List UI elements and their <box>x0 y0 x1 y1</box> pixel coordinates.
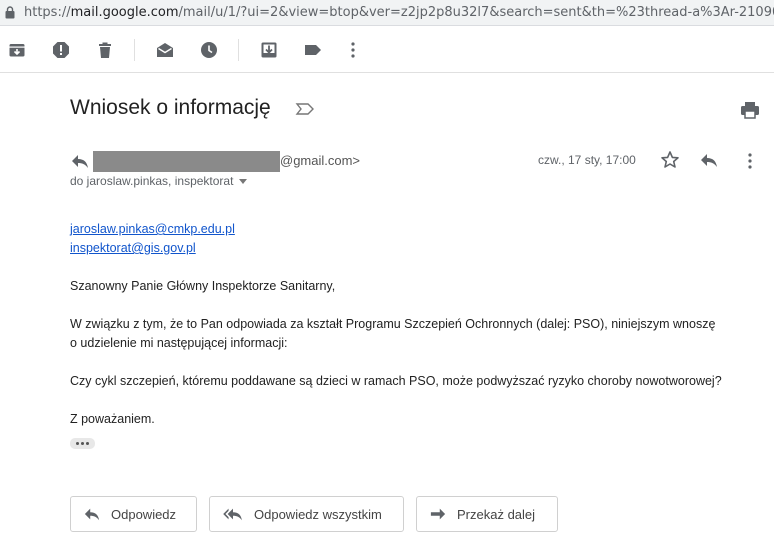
print-icon[interactable] <box>740 100 760 120</box>
greeting-text: Szanowny Panie Główny Inspektorze Sanita… <box>70 279 336 293</box>
delete-icon <box>99 42 111 58</box>
more-icon <box>351 42 355 58</box>
recipients-text: do jaroslaw.pinkas, inspektorat <box>70 174 234 188</box>
toolbar-divider <box>134 39 135 61</box>
mark-unread-button[interactable] <box>154 39 176 61</box>
reply-all-label: Odpowiedz wszystkim <box>254 506 382 522</box>
url-text[interactable]: https://mail.google.com/mail/u/1/?ui=2&v… <box>24 5 774 20</box>
email-subject: Wniosek o informację <box>70 96 271 119</box>
email-body: jaroslaw.pinkas@cmkp.edu.pl inspektorat@… <box>70 220 770 429</box>
message-more-icon[interactable] <box>744 151 756 171</box>
label-icon <box>305 45 321 55</box>
star-icon[interactable] <box>660 150 680 170</box>
url-path: /mail/u/1/?ui=2&view=btop&ver=z2jp2p8u32… <box>178 5 774 20</box>
report-spam-icon <box>53 42 69 58</box>
move-to-button[interactable] <box>258 39 280 61</box>
reply-button[interactable]: Odpowiedz <box>70 496 197 532</box>
paragraph-line: o udzielenie mi następującej informacji: <box>70 336 288 350</box>
mark-unread-icon <box>157 43 173 57</box>
dot <box>86 442 89 445</box>
importance-marker-icon[interactable] <box>295 101 315 117</box>
show-trimmed-content-button[interactable] <box>70 438 95 449</box>
dot <box>81 442 84 445</box>
paragraph-line: W związku z tym, że to Pan odpowiada za … <box>70 317 716 331</box>
reply-all-icon <box>223 508 242 521</box>
message-toolbar <box>0 27 774 73</box>
forward-button[interactable]: Przekaż dalej <box>416 496 558 532</box>
snooze-icon <box>201 42 217 58</box>
snooze-button[interactable] <box>198 39 220 61</box>
url-host: mail.google.com <box>70 5 179 20</box>
closing-text: Z poważaniem. <box>70 412 155 426</box>
recipients-details-toggle[interactable]: do jaroslaw.pinkas, inspektorat <box>70 174 248 188</box>
reply-icon <box>84 508 100 521</box>
browser-url-bar[interactable]: https://mail.google.com/mail/u/1/?ui=2&v… <box>0 0 774 26</box>
label-button[interactable] <box>302 39 324 61</box>
redacted-sender-name <box>93 151 280 172</box>
email-link-pinkas[interactable]: jaroslaw.pinkas@cmkp.edu.pl <box>70 222 235 236</box>
dot <box>76 442 79 445</box>
reply-all-button[interactable]: Odpowiedz wszystkim <box>209 496 404 532</box>
reply-icon[interactable] <box>699 151 719 169</box>
move-to-icon <box>261 42 277 58</box>
archive-button[interactable] <box>6 39 28 61</box>
lock-icon <box>5 6 15 19</box>
message-date: czw., 17 sty, 17:00 <box>538 153 636 167</box>
delete-button[interactable] <box>94 39 116 61</box>
toolbar-divider <box>238 39 239 61</box>
sender-email-domain: @gmail.com> <box>280 153 361 168</box>
url-scheme: https:// <box>24 5 71 20</box>
chevron-down-icon <box>239 179 248 185</box>
archive-icon <box>9 44 25 57</box>
sent-reply-icon <box>72 155 88 168</box>
question-text: Czy cykl szczepień, któremu poddawane są… <box>70 374 722 388</box>
reply-label: Odpowiedz <box>111 506 177 522</box>
email-link-inspektorat[interactable]: inspektorat@gis.gov.pl <box>70 241 196 255</box>
forward-icon <box>430 508 446 520</box>
report-spam-button[interactable] <box>50 39 72 61</box>
more-button[interactable] <box>342 39 364 61</box>
forward-label: Przekaż dalej <box>457 506 536 522</box>
